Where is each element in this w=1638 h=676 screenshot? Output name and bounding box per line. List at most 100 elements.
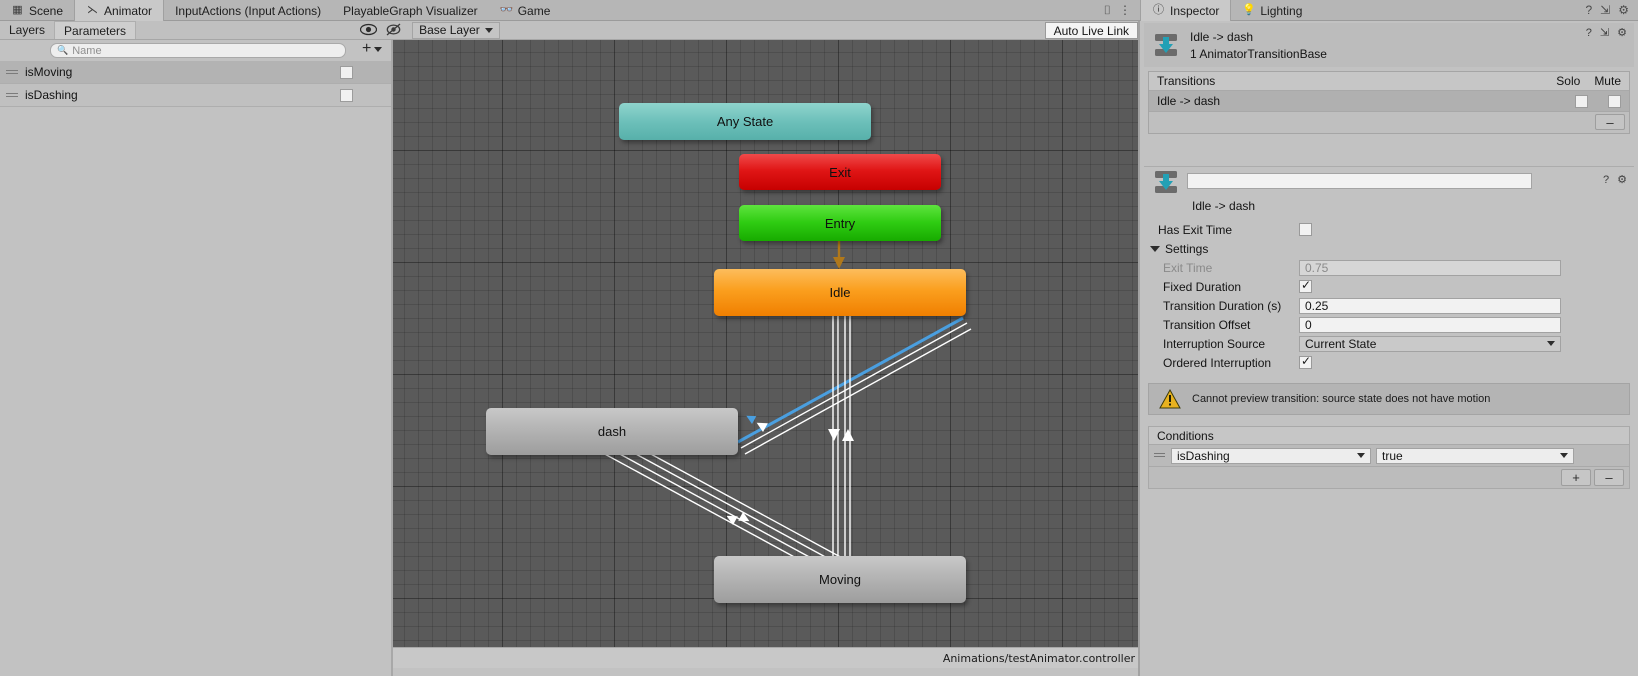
node-label: Entry xyxy=(824,215,856,231)
layout-icon[interactable]: ⇲ xyxy=(1600,26,1609,39)
chevron-down-icon xyxy=(1560,453,1568,458)
transitions-box-header: Transitions Solo Mute xyxy=(1149,72,1629,91)
tab-scene[interactable]: ▦ Scene xyxy=(0,0,74,21)
edge-dash-moving-b[interactable] xyxy=(604,445,838,573)
transition-offset-input[interactable]: 0 xyxy=(1299,316,1561,333)
transition-name-input[interactable] xyxy=(1187,173,1532,189)
layout-icon[interactable]: ⇲ xyxy=(1600,3,1610,17)
tab-inputactions[interactable]: InputActions (Input Actions) xyxy=(164,0,332,21)
graph-node-exit[interactable]: Exit xyxy=(739,154,941,190)
graph-node-dash[interactable]: dash xyxy=(486,408,738,455)
help-icon[interactable]: ? xyxy=(1603,174,1609,186)
eye-hidden-icon[interactable] xyxy=(385,23,402,37)
gear-icon[interactable]: ⚙ xyxy=(1618,3,1629,17)
property-row-interruption-source: Interruption Source Current State xyxy=(1144,334,1634,353)
inspector-panel: Idle -> dash 1 AnimatorTransitionBase ? … xyxy=(1140,21,1638,676)
animator-parameters-tab[interactable]: Parameters xyxy=(54,21,137,39)
add-condition-button[interactable]: + xyxy=(1561,469,1591,486)
gear-icon[interactable]: ⚙ xyxy=(1617,173,1627,186)
condition-parameter-dropdown[interactable]: isDashing xyxy=(1171,447,1371,464)
parameters-toolbar: 🔍 Name + xyxy=(0,40,391,61)
layer-visibility-group xyxy=(360,23,408,37)
fixed-duration-checkbox[interactable] xyxy=(1299,278,1312,293)
parameter-search-input[interactable]: 🔍 Name xyxy=(50,43,346,58)
conditions-box: Conditions isDashing true + – xyxy=(1148,426,1630,489)
auto-live-link-button[interactable]: Auto Live Link xyxy=(1044,22,1138,39)
base-layer-label: Base Layer xyxy=(419,23,480,37)
condition-value-dropdown[interactable]: true xyxy=(1376,447,1574,464)
mute-checkbox[interactable] xyxy=(1608,94,1621,108)
transition-duration-input[interactable]: 0.25 xyxy=(1299,297,1561,314)
tab-inputactions-label: InputActions (Input Actions) xyxy=(175,3,322,18)
graph-node-moving[interactable]: Moving xyxy=(714,556,966,603)
drag-handle-icon[interactable] xyxy=(6,92,18,99)
chevron-down-icon xyxy=(1547,341,1555,346)
remove-transition-button[interactable]: – xyxy=(1595,114,1625,130)
drag-handle-icon[interactable] xyxy=(6,69,18,76)
graph-node-idle[interactable]: Idle xyxy=(714,269,966,316)
remove-condition-button[interactable]: – xyxy=(1594,469,1624,486)
tab-playablegraph-visualizer[interactable]: PlayableGraph Visualizer xyxy=(332,0,489,21)
tab-lighting[interactable]: 💡 Lighting xyxy=(1231,0,1313,21)
add-parameter-button[interactable]: + xyxy=(362,41,383,57)
animator-icon: ⋋ xyxy=(87,4,99,16)
condition-value: true xyxy=(1382,448,1403,463)
search-placeholder: Name xyxy=(72,44,102,57)
edge-dash-to-idle-b[interactable] xyxy=(744,328,972,455)
remove-condition-label: – xyxy=(1605,470,1613,485)
settings-foldout[interactable]: Settings xyxy=(1144,242,1208,256)
animator-panel: Layers Parameters Base Layer Auto Live L… xyxy=(0,21,1140,676)
chevron-down-icon xyxy=(1357,453,1365,458)
add-condition-label: + xyxy=(1572,470,1580,485)
property-row-ordered-interruption: Ordered Interruption xyxy=(1144,353,1634,372)
interruption-source-dropdown[interactable]: Current State xyxy=(1299,335,1561,352)
animator-graph-canvas[interactable]: Any State Exit Entry Idle dash Moving xyxy=(393,40,1140,647)
ordered-interruption-checkbox[interactable] xyxy=(1299,354,1312,369)
right-tabbar-spacer xyxy=(1313,0,1576,20)
exit-time-input: 0.75 xyxy=(1299,259,1561,276)
has-exit-time-checkbox[interactable] xyxy=(1299,223,1312,236)
tab-lighting-label: Lighting xyxy=(1260,3,1303,18)
warning-text: Cannot preview transition: source state … xyxy=(1192,393,1491,405)
parameter-bool-checkbox[interactable] xyxy=(340,65,353,79)
property-row-fixed-duration: Fixed Duration xyxy=(1144,277,1634,296)
condition-row: isDashing true xyxy=(1148,445,1630,467)
node-label: Moving xyxy=(819,572,861,587)
bulb-icon: 💡 xyxy=(1242,4,1257,16)
lock-icon[interactable]: ⌷ xyxy=(1104,3,1111,18)
help-icon[interactable]: ? xyxy=(1585,3,1592,17)
tab-inspector[interactable]: ⓘ Inspector xyxy=(1140,0,1232,21)
search-icon: 🔍 xyxy=(57,45,69,55)
transition-offset-label: Transition Offset xyxy=(1163,317,1251,332)
edge-moving-dash-a[interactable] xyxy=(609,439,843,567)
base-layer-dropdown[interactable]: Base Layer xyxy=(412,21,500,39)
unity-editor-window: ▦ Scene ⋋ Animator InputActions (Input A… xyxy=(0,0,1638,676)
transition-detail-subtitle: Idle -> dash xyxy=(1192,199,1256,213)
animator-status-bar: Animations/testAnimator.controller xyxy=(393,647,1140,668)
gear-icon[interactable]: ⚙ xyxy=(1617,26,1627,39)
node-label: Idle xyxy=(829,285,851,300)
solo-checkbox[interactable] xyxy=(1575,94,1588,108)
tab-scene-label: Scene xyxy=(29,3,64,18)
kebab-menu-icon[interactable]: ⋮ xyxy=(1119,3,1131,17)
transition-icon xyxy=(1153,169,1179,195)
drag-handle-icon[interactable] xyxy=(1154,452,1166,459)
edge-dash-to-idle-a[interactable] xyxy=(740,322,968,449)
settings-label: Settings xyxy=(1165,241,1209,256)
parameter-bool-checkbox[interactable] xyxy=(340,88,353,102)
info-icon: ⓘ xyxy=(1153,4,1164,16)
transitions-box: Transitions Solo Mute Idle -> dash – xyxy=(1148,71,1630,134)
tab-animator[interactable]: ⋋ Animator xyxy=(74,0,165,21)
eye-visible-icon[interactable] xyxy=(360,23,378,37)
has-exit-time-label: Has Exit Time xyxy=(1158,222,1233,237)
parameter-row-isdashing[interactable]: isDashing xyxy=(0,84,391,107)
tab-game[interactable]: 👓 Game xyxy=(489,0,562,21)
graph-node-entry[interactable]: Entry xyxy=(739,205,941,241)
conditions-footer: + – xyxy=(1148,467,1630,489)
parameter-row-ismoving[interactable]: isMoving xyxy=(0,61,391,84)
animator-layers-tab[interactable]: Layers xyxy=(0,21,54,39)
help-icon[interactable]: ? xyxy=(1586,27,1592,39)
graph-node-any-state[interactable]: Any State xyxy=(619,103,871,140)
property-row-transition-offset: Transition Offset 0 xyxy=(1144,315,1634,334)
transition-list-row[interactable]: Idle -> dash xyxy=(1149,91,1629,112)
